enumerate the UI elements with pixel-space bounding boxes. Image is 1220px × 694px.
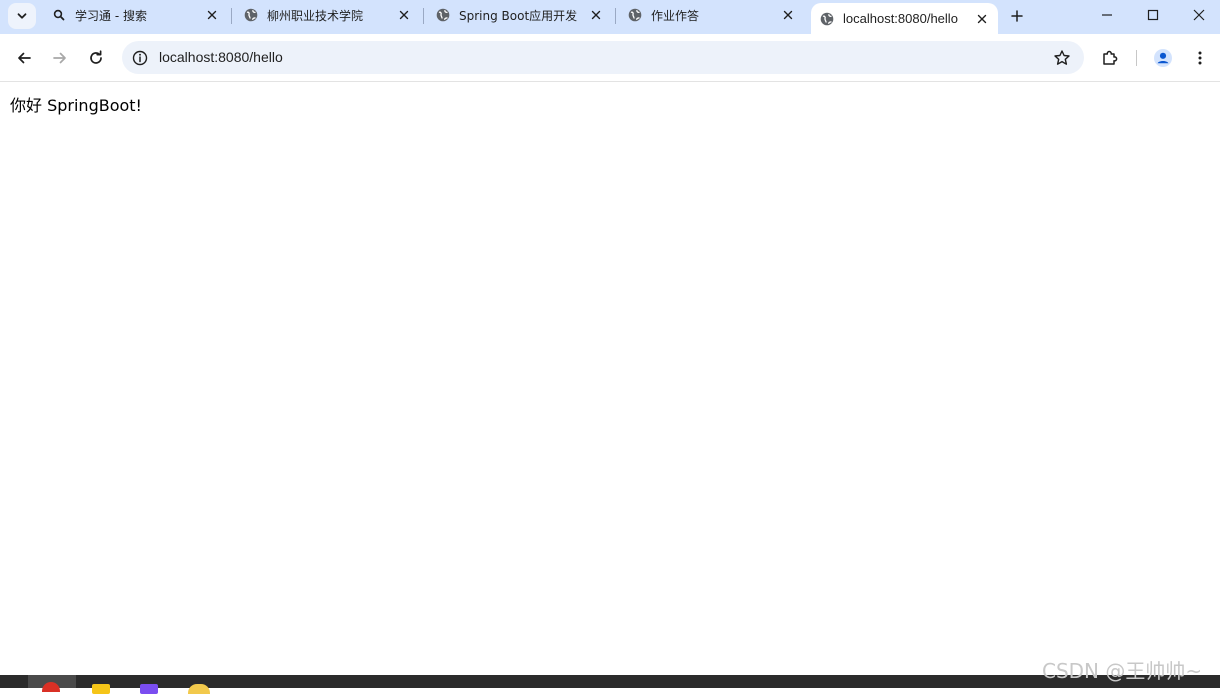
search-icon — [52, 8, 66, 22]
tab-title: localhost:8080/hello — [843, 11, 958, 26]
plus-icon — [1011, 10, 1023, 22]
arrow-left-icon — [18, 52, 31, 64]
new-tab-button[interactable] — [1006, 5, 1028, 27]
taskbar-app-icon[interactable] — [92, 684, 110, 694]
tab-title: 学习通 - 搜索 — [75, 8, 147, 23]
more-vertical-icon — [1198, 51, 1202, 65]
address-bar[interactable]: localhost:8080/hello — [122, 41, 1084, 74]
tab-xuexitong-search[interactable]: 学习通 - 搜索 — [44, 0, 230, 30]
globe-icon — [436, 8, 450, 22]
chevron-down-icon — [17, 13, 27, 19]
extensions-button[interactable] — [1095, 43, 1125, 73]
close-tab-icon[interactable] — [780, 7, 796, 23]
minimize-icon — [1102, 14, 1112, 16]
tab-separator — [231, 8, 232, 24]
globe-icon — [628, 8, 642, 22]
taskbar-app-icon[interactable] — [140, 684, 158, 694]
minimize-button[interactable] — [1084, 0, 1130, 30]
globe-icon — [244, 8, 258, 22]
close-tab-icon[interactable] — [204, 7, 220, 23]
browser-toolbar: localhost:8080/hello — [0, 34, 1220, 82]
site-info-icon[interactable] — [131, 49, 149, 67]
back-button[interactable] — [9, 43, 39, 73]
tab-springboot-course[interactable]: Spring Boot应用开发 — [428, 0, 614, 30]
close-tab-icon[interactable] — [588, 7, 604, 23]
close-icon — [1193, 9, 1205, 21]
tab-college[interactable]: 柳州职业技术学院 — [236, 0, 422, 30]
os-taskbar — [0, 675, 1220, 694]
page-body-text: 你好 SpringBoot! — [10, 96, 142, 115]
tab-homework[interactable]: 作业作答 — [620, 0, 806, 30]
globe-icon — [820, 12, 834, 26]
tab-title: 作业作答 — [651, 8, 700, 23]
tab-separator — [423, 8, 424, 24]
close-window-button[interactable] — [1176, 0, 1220, 30]
tab-localhost-hello[interactable]: localhost:8080/hello — [811, 3, 998, 34]
tab-strip: 学习通 - 搜索 柳州职业技术学院 Spring Boot应用开发 作业作答 l… — [0, 0, 1220, 34]
page-content: 你好 SpringBoot! — [0, 82, 1220, 675]
bookmark-star-icon[interactable] — [1052, 48, 1072, 68]
tab-separator — [615, 8, 616, 24]
forward-button[interactable] — [45, 43, 75, 73]
profile-button[interactable] — [1148, 43, 1178, 73]
folder-taskbar-icon[interactable] — [188, 684, 210, 694]
tab-title: Spring Boot应用开发 — [459, 8, 578, 23]
arrow-right-icon — [53, 52, 66, 64]
close-tab-icon[interactable] — [974, 11, 990, 27]
close-tab-icon[interactable] — [396, 7, 412, 23]
menu-button[interactable] — [1185, 43, 1215, 73]
puzzle-piece-icon — [1103, 50, 1118, 65]
address-text[interactable]: localhost:8080/hello — [159, 49, 283, 65]
tab-title: 柳州职业技术学院 — [267, 8, 364, 23]
tab-search-button[interactable] — [8, 3, 36, 29]
watermark-text: CSDN @王帅帅~ — [1042, 659, 1203, 683]
reload-button[interactable] — [81, 43, 111, 73]
maximize-button[interactable] — [1130, 0, 1176, 30]
avatar-icon — [1154, 49, 1172, 67]
toolbar-divider — [1136, 50, 1137, 66]
maximize-icon — [1147, 9, 1159, 21]
reload-icon — [90, 50, 102, 64]
